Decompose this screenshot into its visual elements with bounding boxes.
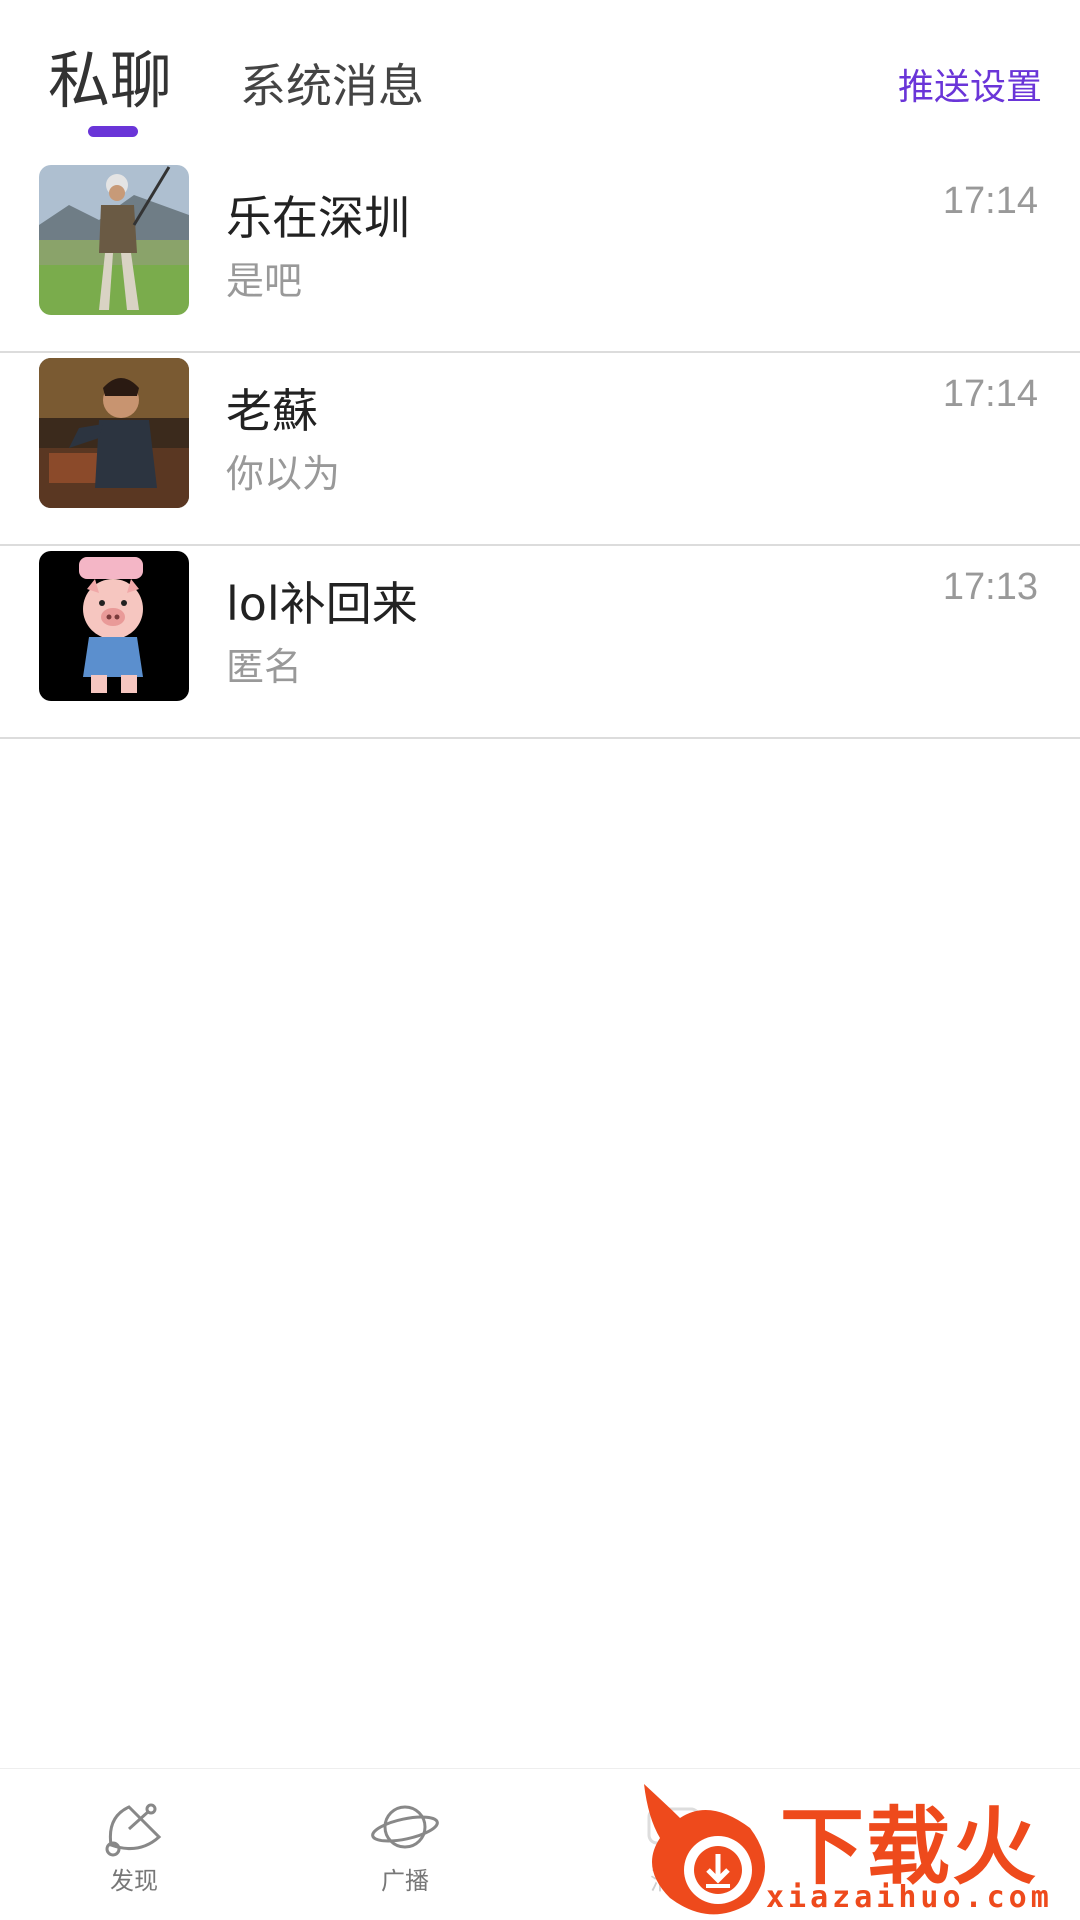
conversation-item[interactable]: lol补回来 匿名 17:13 (0, 546, 1080, 739)
watermark-domain: xiazaihuo.com (766, 1880, 1053, 1915)
conversation-name: lol补回来 (226, 577, 418, 631)
man-portrait-avatar-image (39, 358, 189, 508)
conversation-time: 17:14 (942, 373, 1038, 415)
conversation-last-message: 匿名 (226, 645, 303, 689)
tab-system-messages[interactable]: 系统消息 (240, 50, 424, 116)
nav-discover[interactable]: 发现 (74, 1797, 194, 1896)
conversation-last-message: 是吧 (226, 259, 303, 303)
golfer-avatar-image (39, 165, 189, 315)
cartoon-pig-avatar-image (39, 551, 189, 701)
conversation-last-message: 你以为 (226, 452, 341, 496)
conversation-time: 17:13 (942, 566, 1038, 608)
tab-private-chat[interactable]: 私聊 (48, 30, 172, 120)
avatar[interactable] (39, 358, 189, 508)
push-settings-link[interactable]: 推送设置 (898, 58, 1042, 110)
avatar[interactable] (39, 165, 189, 315)
nav-broadcast[interactable]: 广播 (345, 1797, 465, 1896)
conversation-name: 老蘇 (226, 384, 318, 438)
active-tab-indicator (88, 126, 138, 137)
conversation-item[interactable]: 乐在深圳 是吧 17:14 (0, 160, 1080, 353)
header: 私聊 系统消息 推送设置 (0, 0, 1080, 150)
conversation-name: 乐在深圳 (226, 191, 410, 245)
nav-discover-label: 发现 (110, 1867, 158, 1895)
messages-screen: 私聊 系统消息 推送设置 乐在深圳 是吧 17:14 老蘇 你以为 17:14 … (0, 0, 1080, 1920)
watermark: 下载火 xiazaihuo.com (640, 1778, 1080, 1920)
nav-broadcast-label: 广播 (381, 1867, 429, 1895)
avatar[interactable] (39, 551, 189, 701)
flame-logo-icon (644, 1784, 765, 1915)
satellite-dish-icon (105, 1803, 162, 1857)
conversation-item[interactable]: 老蘇 你以为 17:14 (0, 353, 1080, 546)
planet-icon (371, 1805, 439, 1849)
conversation-time: 17:14 (942, 180, 1038, 222)
conversation-list: 乐在深圳 是吧 17:14 老蘇 你以为 17:14 lol补回来 匿名 17:… (0, 160, 1080, 739)
